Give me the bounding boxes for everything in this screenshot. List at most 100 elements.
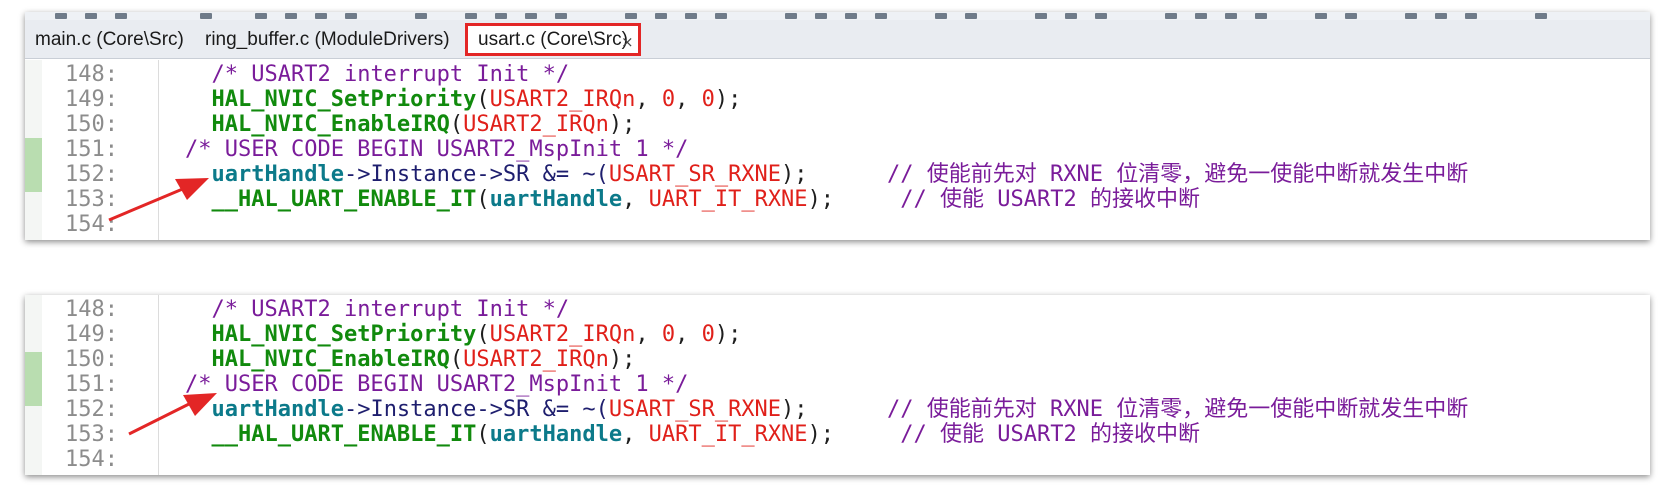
code-line[interactable]: 149: HAL_NVIC_SetPriority(USART2_IRQn, 0… [25, 322, 1650, 348]
code-token: USART_SR_RXNE [608, 162, 782, 187]
toolbar-button-icon[interactable] [1535, 13, 1547, 19]
tab-main-c[interactable]: main.c (Core\Src) [25, 23, 194, 56]
toolbar-button-icon[interactable] [965, 13, 977, 19]
code-token: __HAL_UART_ENABLE_IT [211, 422, 477, 447]
red-arrow-icon [128, 393, 217, 436]
tab-label: usart.c (Core\Src) [478, 29, 628, 50]
toolbar-button-icon[interactable] [555, 13, 567, 19]
code-token: /* USART2 interrupt Init */ [211, 297, 570, 322]
code-line[interactable]: 151:/* USER CODE BEGIN USART2_MspInit 1 … [25, 372, 1650, 398]
line-source: uartHandle->Instance->SR &= ~(USART_SR_R… [185, 397, 1469, 423]
toolbar-button-icon[interactable] [875, 13, 887, 19]
toolbar-button-icon[interactable] [200, 13, 212, 19]
line-source: HAL_NVIC_SetPriority(USART2_IRQn, 0, 0); [185, 87, 742, 113]
code-line[interactable]: 150: HAL_NVIC_EnableIRQ(USART2_IRQn); [25, 347, 1650, 373]
toolbar-button-icon[interactable] [685, 13, 697, 19]
toolbar-button-icon[interactable] [1405, 13, 1417, 19]
toolbar-button-icon[interactable] [1465, 13, 1477, 19]
toolbar-button-icon[interactable] [845, 13, 857, 19]
code-token: uartHandle [211, 397, 344, 422]
file-tab-strip: main.c (Core\Src) ring_buffer.c (ModuleD… [25, 20, 1650, 59]
code-token: // 使能前先对 RXNE 位清零，避免一使能中断就发生中断 [887, 397, 1469, 422]
toolbar-button-icon[interactable] [1195, 13, 1207, 19]
toolbar-button-icon[interactable] [495, 13, 507, 19]
editor-window-top: main.c (Core\Src) ring_buffer.c (ModuleD… [25, 12, 1650, 240]
toolbar-button-icon[interactable] [935, 13, 947, 19]
toolbar-button-icon[interactable] [415, 13, 427, 19]
toolbar-button-icon[interactable] [55, 13, 67, 19]
toolbar-button-icon[interactable] [1435, 13, 1447, 19]
code-token: ( [476, 187, 490, 212]
toolbar-button-icon[interactable] [1035, 13, 1047, 19]
toolbar-button-icon[interactable] [315, 13, 327, 19]
line-source: __HAL_UART_ENABLE_IT(uartHandle, UART_IT… [185, 187, 1200, 213]
code-line[interactable]: 152: uartHandle->Instance->SR &= ~(USART… [25, 397, 1650, 423]
code-editor[interactable]: 148: /* USART2 interrupt Init */149: HAL… [25, 60, 1650, 240]
toolbar-button-icon[interactable] [115, 13, 127, 19]
code-token: uartHandle [489, 187, 623, 212]
line-source: HAL_NVIC_SetPriority(USART2_IRQn, 0, 0); [185, 322, 742, 348]
line-number: 149: [65, 322, 118, 347]
code-line[interactable]: 153: __HAL_UART_ENABLE_IT(uartHandle, UA… [25, 187, 1650, 213]
code-token: uartHandle [211, 162, 344, 187]
line-source: uartHandle->Instance->SR &= ~(USART_SR_R… [185, 162, 1469, 188]
toolbar-button-icon[interactable] [1345, 13, 1357, 19]
toolbar-button-icon[interactable] [1095, 13, 1107, 19]
toolbar-button-icon[interactable] [1315, 13, 1327, 19]
line-source: HAL_NVIC_EnableIRQ(USART2_IRQn); [185, 347, 636, 373]
toolbar-button-icon[interactable] [1165, 13, 1177, 19]
toolbar-button-icon[interactable] [345, 13, 357, 19]
line-number: 151: [65, 137, 118, 162]
tab-label: main.c (Core\Src) [35, 29, 184, 50]
toolbar-button-icon[interactable] [1225, 13, 1237, 19]
code-token: HAL_NVIC_EnableIRQ [211, 112, 450, 137]
code-token: ); [781, 397, 888, 422]
code-token: , [635, 322, 662, 347]
toolbar-button-icon[interactable] [625, 13, 637, 19]
toolbar-button-icon[interactable] [525, 13, 537, 19]
toolbar-button-icon[interactable] [655, 13, 667, 19]
toolbar-button-icon[interactable] [1065, 13, 1077, 19]
code-token: ); [781, 162, 888, 187]
code-token: USART2_IRQn [463, 112, 609, 137]
code-line[interactable]: 148: /* USART2 interrupt Init */ [25, 62, 1650, 88]
toolbar-button-icon[interactable] [815, 13, 827, 19]
toolbar-button-icon[interactable] [715, 13, 727, 19]
code-token: HAL_NVIC_SetPriority [211, 87, 477, 112]
code-line[interactable]: 154: [25, 447, 1650, 473]
code-token: USART2_IRQn [489, 322, 636, 347]
line-number: 150: [65, 112, 118, 137]
toolbar-button-icon[interactable] [85, 13, 97, 19]
code-token: // 使能 USART2 的接收中断 [900, 187, 1200, 212]
toolbar-button-icon[interactable] [255, 13, 267, 19]
code-token: ); [714, 87, 742, 112]
code-token: ( [449, 347, 464, 372]
line-number: 148: [65, 62, 118, 87]
tab-ring-buffer-c[interactable]: ring_buffer.c (ModuleDrivers) [195, 23, 460, 56]
code-token: ); [714, 322, 742, 347]
code-line[interactable]: 148: /* USART2 interrupt Init */ [25, 297, 1650, 323]
code-token: , [675, 87, 702, 112]
code-token: /* USER CODE BEGIN USART2_MspInit 1 */ [185, 137, 689, 162]
code-line[interactable]: 150: HAL_NVIC_EnableIRQ(USART2_IRQn); [25, 112, 1650, 138]
toolbar-button-icon[interactable] [465, 13, 477, 19]
code-token: ( [476, 422, 490, 447]
toolbar-button-icon[interactable] [285, 13, 297, 19]
red-arrow-icon [108, 178, 209, 222]
code-editor[interactable]: 148: /* USART2 interrupt Init */149: HAL… [25, 295, 1650, 475]
code-token: USART2_IRQn [489, 87, 636, 112]
code-line[interactable]: 154: [25, 212, 1650, 238]
code-line[interactable]: 149: HAL_NVIC_SetPriority(USART2_IRQn, 0… [25, 87, 1650, 113]
tab-usart-c[interactable]: usart.c (Core\Src) [465, 23, 641, 56]
line-number: 154: [65, 447, 118, 472]
toolbar-button-icon[interactable] [1255, 13, 1267, 19]
code-token: USART_SR_RXNE [608, 397, 782, 422]
toolbar-button-icon[interactable] [785, 13, 797, 19]
code-token: ); [608, 347, 636, 372]
code-line[interactable]: 152: uartHandle->Instance->SR &= ~(USART… [25, 162, 1650, 188]
line-source: /* USART2 interrupt Init */ [185, 62, 570, 88]
code-line[interactable]: 151: /* USER CODE BEGIN USART2_MspInit 1 … [25, 137, 1650, 163]
close-icon[interactable]: × [621, 33, 634, 51]
code-token: ->Instance->SR &= ~( [343, 162, 609, 187]
code-line[interactable]: 153: __HAL_UART_ENABLE_IT(uartHandle, UA… [25, 422, 1650, 448]
